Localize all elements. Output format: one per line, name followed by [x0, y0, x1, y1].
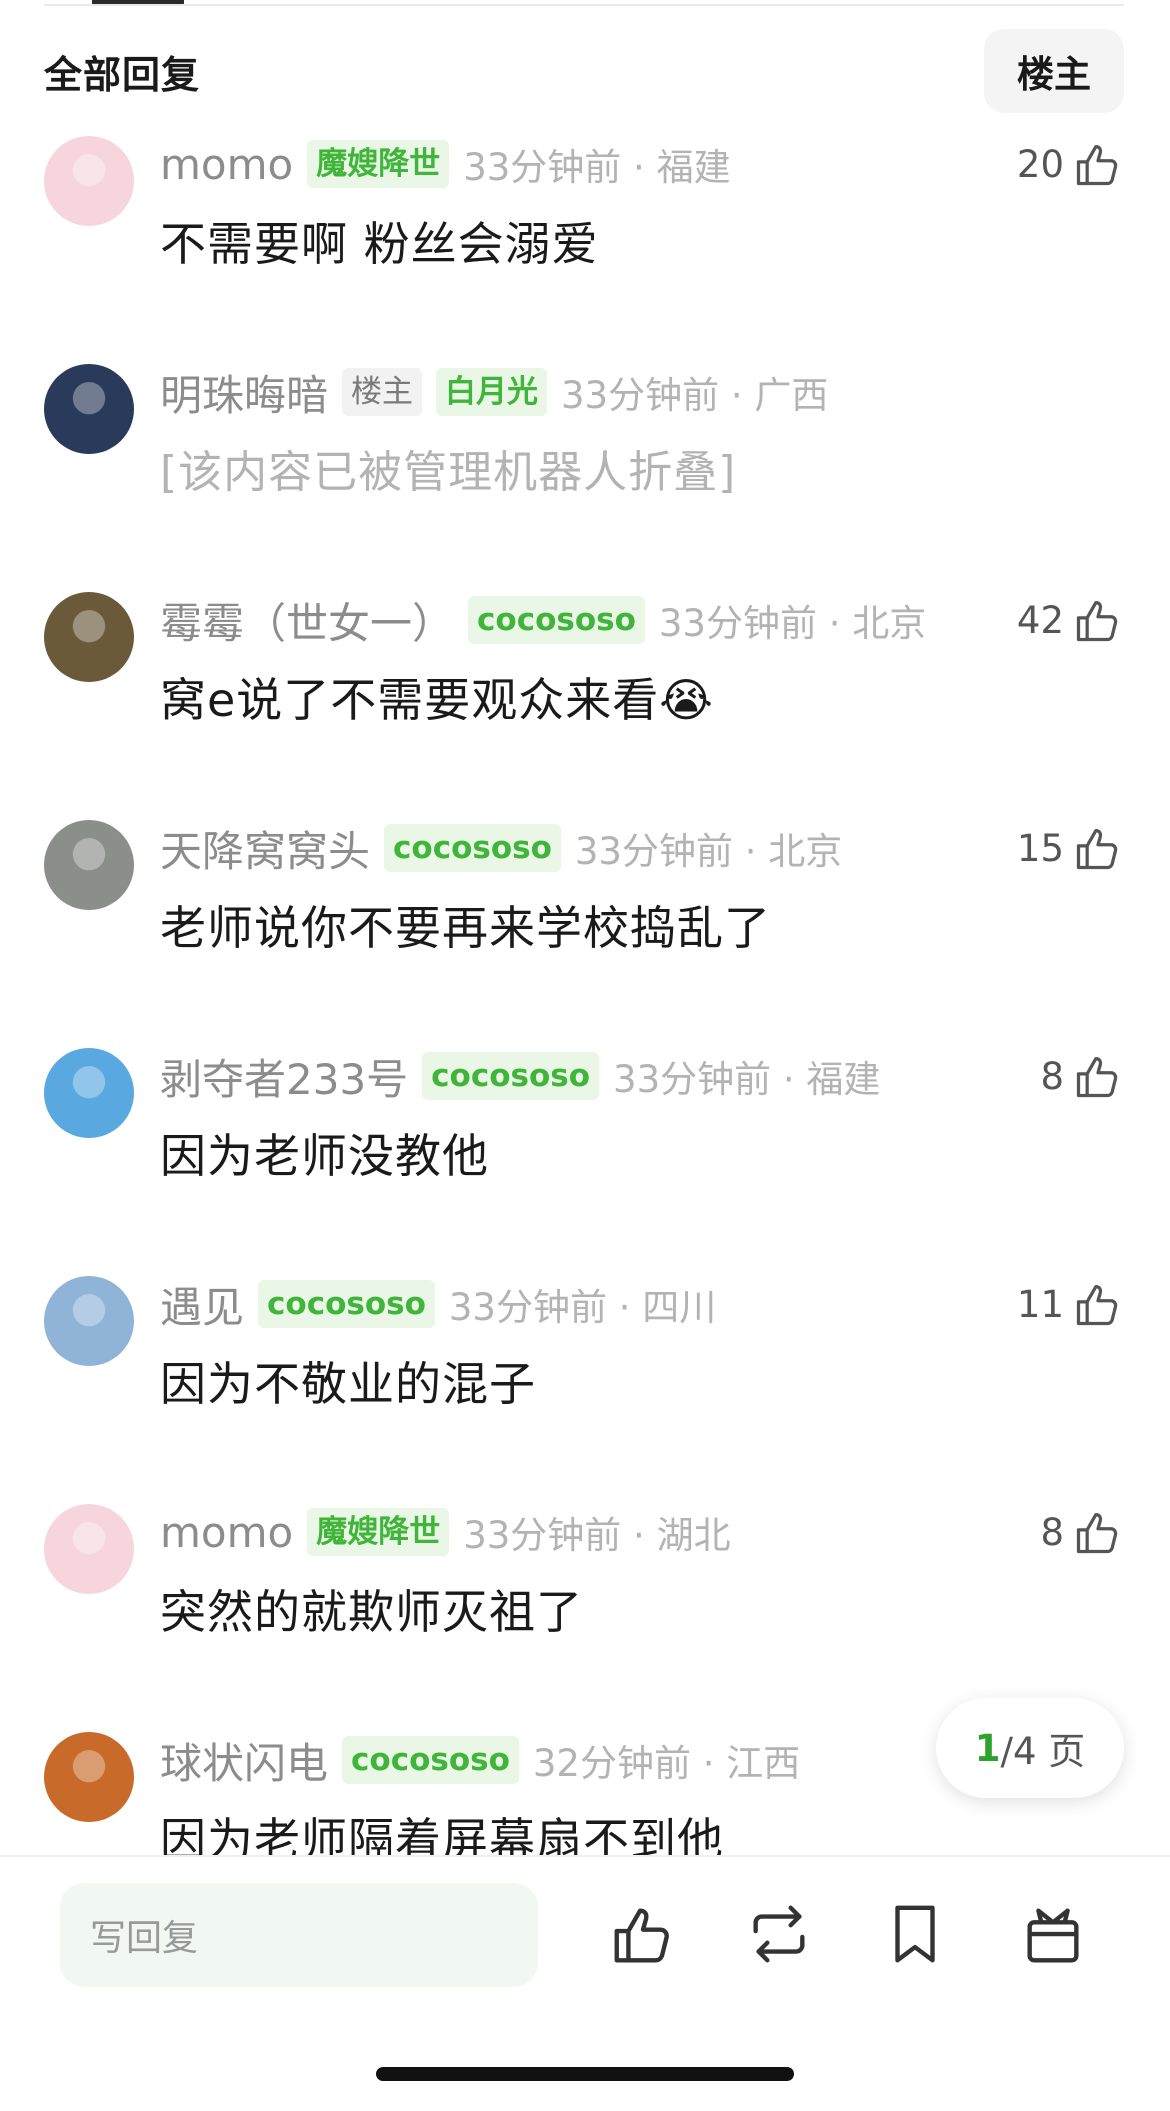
- username[interactable]: momo: [160, 140, 293, 189]
- timestamp-location: 33分钟前 · 北京: [658, 602, 927, 645]
- folded-notice: [该内容已被管理机器人折叠]: [160, 447, 737, 498]
- user-badge: 白月光: [436, 368, 548, 416]
- username[interactable]: 球状闪电: [160, 1730, 328, 1791]
- thumbs-up-icon: [1076, 145, 1118, 186]
- thumbs-up-icon: [1076, 829, 1118, 870]
- user-badge: 魔嫂降世: [307, 140, 450, 188]
- like-count: 8: [1040, 1054, 1064, 1098]
- comment-text: 窝e说了不需要观众来看😭: [160, 673, 715, 727]
- thumbs-up-icon[interactable]: [608, 1899, 678, 1969]
- comment-item[interactable]: momo 魔嫂降世 33分钟前 · 湖北 8 突然的就欺师灭祖了: [0, 1496, 1170, 1724]
- timestamp-location: 33分钟前 · 福建: [463, 146, 731, 189]
- username[interactable]: 遇见: [160, 1274, 244, 1335]
- replies-header: 全部回复 楼主: [44, 28, 1124, 114]
- comment-text: 不需要啊 粉丝会溺爱: [160, 217, 599, 271]
- comment-item[interactable]: 天降窝窝头 cocososo 33分钟前 · 北京 15 老师说你不要再来学校捣乱了: [0, 812, 1170, 1040]
- like-button[interactable]: 11: [1017, 1276, 1124, 1332]
- like-button[interactable]: 15: [1017, 820, 1124, 876]
- like-count: 11: [1016, 1282, 1064, 1326]
- cat-avatar[interactable]: [44, 1276, 134, 1366]
- divider: [44, 4, 1124, 6]
- comment-item[interactable]: 遇见 cocososo 33分钟前 · 四川 11 因为不敬业的混子: [0, 1268, 1170, 1496]
- timestamp-location: 33分钟前 · 广西: [561, 374, 829, 417]
- comment-text: 老师说你不要再来学校捣乱了: [160, 901, 771, 955]
- bottom-action-bar: 写回复: [0, 1857, 1170, 2111]
- comment-item[interactable]: 剥夺者233号 cocososo 33分钟前 · 福建 8 因为老师没教他: [0, 1040, 1170, 1268]
- username[interactable]: momo: [160, 1508, 293, 1557]
- poster-only-filter-button[interactable]: 楼主: [984, 29, 1124, 113]
- user-badge: cocososo: [384, 824, 561, 872]
- like-button[interactable]: 8: [1040, 1504, 1124, 1560]
- thumbs-up-icon: [1076, 601, 1118, 642]
- comment-meta: momo 魔嫂降世 33分钟前 · 福建: [160, 136, 731, 192]
- bookmark-icon[interactable]: [880, 1899, 950, 1969]
- singer-avatar[interactable]: [44, 592, 134, 682]
- page-indicator[interactable]: 1/4 页: [936, 1698, 1124, 1798]
- like-button[interactable]: 42: [1017, 592, 1124, 648]
- comment-text: 突然的就欺师灭祖了: [160, 1585, 583, 1639]
- girl-photo-avatar[interactable]: [44, 1048, 134, 1138]
- comment-text: 因为不敬业的混子: [160, 1357, 536, 1411]
- timestamp-location: 33分钟前 · 北京: [574, 830, 843, 873]
- user-badge: cocososo: [468, 596, 645, 644]
- reply-input[interactable]: 写回复: [60, 1883, 538, 1987]
- comment-meta: 霉霉（世女一） cocososo 33分钟前 · 北京: [160, 592, 926, 648]
- thumbs-up-icon: [1076, 1285, 1118, 1326]
- total-pages: /4 页: [1000, 1730, 1086, 1773]
- timestamp-location: 32分钟前 · 江西: [532, 1742, 801, 1785]
- like-button[interactable]: 20: [1017, 136, 1124, 192]
- current-page: 1: [974, 1726, 1001, 1770]
- pink-creature-avatar[interactable]: [44, 136, 134, 226]
- panda-avatar[interactable]: [44, 820, 134, 910]
- timestamp-location: 33分钟前 · 福建: [613, 1058, 881, 1101]
- cartoon-girl-avatar[interactable]: [44, 1732, 134, 1822]
- user-badge: 魔嫂降世: [307, 1508, 450, 1556]
- comment-list: momo 魔嫂降世 33分钟前 · 福建 20 不需要啊 粉丝会溺爱明珠晦暗 楼主 白月光 3…: [0, 128, 1170, 1855]
- username[interactable]: 霉霉（世女一）: [160, 590, 454, 651]
- comment-meta: 球状闪电 cocososo 32分钟前 · 江西: [160, 1732, 800, 1788]
- user-badge: cocososo: [422, 1052, 600, 1100]
- comment-text: 因为老师隔着屏幕扇不到他: [160, 1813, 724, 1855]
- like-count: 42: [1016, 598, 1064, 642]
- comment-meta: momo 魔嫂降世 33分钟前 · 湖北: [160, 1504, 731, 1560]
- home-indicator: [376, 2067, 794, 2081]
- comment-meta: 剥夺者233号 cocososo 33分钟前 · 福建: [160, 1048, 880, 1104]
- repost-icon[interactable]: [744, 1899, 814, 1969]
- comment-meta: 天降窝窝头 cocososo 33分钟前 · 北京: [160, 820, 842, 876]
- comment-item[interactable]: 明珠晦暗 楼主 白月光 33分钟前 · 广西 [该内容已被管理机器人折叠]: [0, 356, 1170, 584]
- like-button[interactable]: 8: [1040, 1048, 1124, 1104]
- like-count: 15: [1016, 826, 1064, 870]
- user-badge: 楼主: [342, 368, 423, 416]
- like-count: 8: [1040, 1510, 1064, 1554]
- comment-item[interactable]: 霉霉（世女一） cocososo 33分钟前 · 北京 42 窝e说了不需要观众来看😭: [0, 584, 1170, 812]
- username[interactable]: 剥夺者233号: [160, 1046, 408, 1107]
- like-count: 20: [1016, 142, 1064, 186]
- comment-item[interactable]: momo 魔嫂降世 33分钟前 · 福建 20 不需要啊 粉丝会溺爱: [0, 128, 1170, 356]
- red-hood-girl-avatar[interactable]: [44, 364, 134, 454]
- pink-creature-avatar[interactable]: [44, 1504, 134, 1594]
- gift-icon[interactable]: [1018, 1899, 1088, 1969]
- thumbs-up-icon: [1076, 1057, 1118, 1098]
- thumbs-up-icon: [1076, 1513, 1118, 1554]
- page-title: 全部回复: [44, 52, 201, 97]
- user-badge: cocososo: [258, 1280, 435, 1328]
- timestamp-location: 33分钟前 · 四川: [448, 1286, 717, 1329]
- comment-text: 因为老师没教他: [160, 1129, 489, 1183]
- comment-meta: 明珠晦暗 楼主 白月光 33分钟前 · 广西: [160, 364, 828, 420]
- user-badge: cocososo: [342, 1736, 519, 1784]
- username[interactable]: 明珠晦暗: [160, 362, 328, 423]
- username[interactable]: 天降窝窝头: [160, 818, 370, 879]
- timestamp-location: 33分钟前 · 湖北: [463, 1514, 731, 1557]
- comment-meta: 遇见 cocososo 33分钟前 · 四川: [160, 1276, 716, 1332]
